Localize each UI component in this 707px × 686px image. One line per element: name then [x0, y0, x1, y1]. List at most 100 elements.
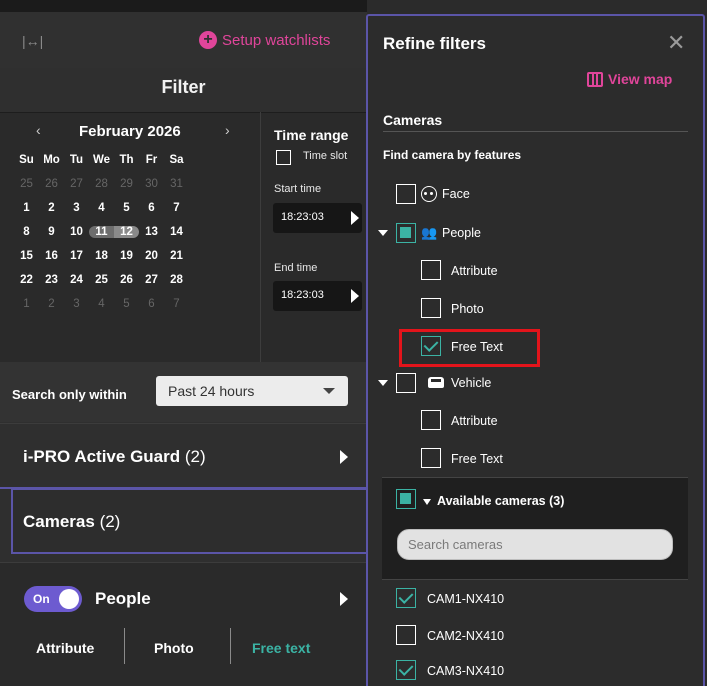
start-time-input[interactable]: 18:23:03 — [273, 203, 362, 233]
setup-watchlists-button[interactable]: + Setup watchlists — [199, 31, 330, 49]
refine-filters-title: Refine filters — [383, 34, 486, 53]
people-attribute-checkbox[interactable] — [421, 260, 441, 280]
vehicle-attribute-checkbox[interactable] — [421, 410, 441, 430]
calendar-day[interactable]: 6 — [139, 202, 164, 214]
calendar-day[interactable]: 25 — [14, 178, 39, 190]
camera-checkbox[interactable] — [396, 625, 416, 645]
filter-title: Filter — [161, 77, 206, 97]
expand-vehicle-icon[interactable] — [378, 380, 388, 386]
vehicle-free-text-checkbox[interactable] — [421, 448, 441, 468]
available-cameras-checkbox[interactable] — [396, 489, 416, 509]
highlight-box — [399, 329, 540, 367]
calendar-day[interactable]: 19 — [114, 250, 139, 262]
calendar-day[interactable]: 22 — [14, 274, 39, 286]
calendar-day[interactable]: 28 — [164, 274, 189, 286]
calendar-day[interactable]: 28 — [89, 178, 114, 190]
calendar-day-selected[interactable]: 12 — [114, 226, 139, 238]
active-guard-count: (2) — [184, 447, 206, 466]
calendar-day[interactable]: 26 — [114, 274, 139, 286]
calendar-day[interactable]: 27 — [64, 178, 89, 190]
view-map-button[interactable]: View map — [587, 71, 672, 87]
prev-month-icon[interactable]: ‹ — [36, 122, 41, 138]
next-month-icon[interactable]: › — [225, 122, 230, 138]
calendar-day[interactable]: 8 — [14, 226, 39, 238]
start-time-value: 18:23:03 — [281, 211, 324, 223]
calendar-day[interactable]: 30 — [139, 178, 164, 190]
weekday-label: Tu — [69, 154, 84, 166]
calendar-day[interactable]: 9 — [39, 226, 64, 238]
calendar-day-selected[interactable]: 11 — [89, 226, 114, 238]
people-photo-label: Photo — [451, 302, 484, 316]
tab-photo[interactable]: Photo — [154, 640, 194, 656]
calendar-day[interactable]: 2 — [39, 298, 64, 310]
calendar-day[interactable]: 5 — [114, 298, 139, 310]
calendar-day[interactable]: 31 — [164, 178, 189, 190]
calendar-day[interactable]: 21 — [164, 250, 189, 262]
expand-icon[interactable]: |↔| — [22, 33, 44, 49]
calendar-day[interactable]: 15 — [14, 250, 39, 262]
calendar-day[interactable]: 18 — [89, 250, 114, 262]
weekday-label: Fr — [145, 154, 158, 166]
calendar-day[interactable]: 27 — [139, 274, 164, 286]
time-slot-label: Time slot — [303, 150, 348, 162]
tab-free-text[interactable]: Free text — [252, 640, 310, 656]
calendar-day[interactable]: 2 — [39, 202, 64, 214]
calendar-day[interactable]: 26 — [39, 178, 64, 190]
calendar-day[interactable]: 7 — [164, 298, 189, 310]
calendar-day[interactable]: 10 — [64, 226, 89, 238]
vehicle-attribute-label: Attribute — [451, 414, 498, 428]
search-within-select[interactable]: Past 24 hours — [156, 376, 348, 406]
calendar-day[interactable]: 5 — [114, 202, 139, 214]
camera-name: CAM1-NX410 — [427, 592, 505, 606]
people-photo-checkbox[interactable] — [421, 298, 441, 318]
calendar-day[interactable]: 25 — [89, 274, 114, 286]
calendar-day[interactable]: 1 — [14, 202, 39, 214]
calendar-day[interactable]: 1 — [14, 298, 39, 310]
calendar-day[interactable]: 3 — [64, 202, 89, 214]
toggle-label: On — [33, 592, 50, 606]
cameras-section-count: (2) — [99, 512, 121, 531]
calendar-day[interactable]: 20 — [139, 250, 164, 262]
calendar-month: February 2026 — [79, 123, 181, 140]
chevron-right-icon[interactable] — [340, 592, 348, 606]
expand-available-icon[interactable] — [423, 499, 431, 505]
time-slot-checkbox[interactable] — [276, 150, 291, 165]
time-range-title: Time range — [274, 127, 349, 143]
tab-attribute[interactable]: Attribute — [36, 640, 94, 656]
available-cameras-box — [382, 477, 688, 579]
face-icon — [421, 186, 437, 202]
calendar-day[interactable]: 23 — [39, 274, 64, 286]
camera-checkbox[interactable] — [396, 660, 416, 680]
end-time-label: End time — [274, 262, 318, 274]
cameras-section-title: Cameras — [23, 512, 95, 531]
expand-people-icon[interactable] — [378, 230, 388, 236]
face-checkbox[interactable] — [396, 184, 416, 204]
calendar-day[interactable]: 6 — [139, 298, 164, 310]
calendar-day[interactable]: 7 — [164, 202, 189, 214]
calendar-day[interactable]: 16 — [39, 250, 64, 262]
close-icon[interactable]: ✕ — [667, 30, 685, 56]
play-arrow-icon[interactable] — [351, 289, 359, 303]
calendar-day[interactable]: 4 — [89, 298, 114, 310]
calendar-day[interactable]: 13 — [139, 226, 164, 238]
people-toggle[interactable]: On — [24, 586, 82, 612]
vehicle-checkbox[interactable] — [396, 373, 416, 393]
play-arrow-icon[interactable] — [351, 211, 359, 225]
chevron-right-icon[interactable] — [340, 450, 348, 464]
end-time-input[interactable]: 18:23:03 — [273, 281, 362, 311]
people-checkbox[interactable] — [396, 223, 416, 243]
calendar-day[interactable]: 24 — [64, 274, 89, 286]
calendar-day[interactable]: 29 — [114, 178, 139, 190]
calendar-week: 22 23 24 25 26 27 28 — [14, 268, 254, 292]
search-cameras-input[interactable] — [397, 529, 673, 560]
vehicle-label: Vehicle — [451, 376, 492, 390]
weekday-label: Su — [19, 154, 34, 166]
calendar-day[interactable]: 14 — [164, 226, 189, 238]
camera-checkbox[interactable] — [396, 588, 416, 608]
calendar-day[interactable]: 4 — [89, 202, 114, 214]
view-map-label: View map — [608, 71, 673, 87]
vehicle-free-text-label: Free Text — [451, 452, 503, 466]
calendar-day[interactable]: 3 — [64, 298, 89, 310]
people-section — [0, 562, 367, 686]
calendar-day[interactable]: 17 — [64, 250, 89, 262]
